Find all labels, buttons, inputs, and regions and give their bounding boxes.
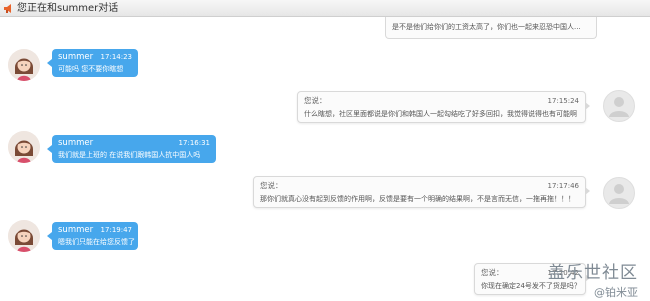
watermark-author: @铂米亚 [594, 286, 638, 299]
message-time: 17:15:24 [547, 97, 579, 105]
sender-name: 您说： [304, 96, 327, 105]
window-title-bar: 您正在和summer对话 [0, 0, 650, 17]
previous-message-bubble: 是不是他们给你们的工资太高了，你们也一起来忍恐中国人... [385, 17, 597, 39]
megaphone-icon [4, 4, 11, 13]
default-user-icon [609, 184, 629, 204]
avatar [603, 90, 635, 122]
female-avatar-icon [8, 49, 40, 81]
message-text: 嗯我们只能在给您反馈了 [58, 238, 135, 246]
message-text: 什么瞎想，社区里面都说是你们和韩国人一起勾结吃了好多回扣，我觉得说得也有可能啊 [304, 110, 577, 118]
chat-history[interactable]: 是不是他们给你们的工资太高了，你们也一起来忍恐中国人... summer 17:… [0, 17, 650, 301]
avatar [603, 177, 635, 209]
window-title: 您正在和summer对话 [17, 3, 119, 14]
message-text: 可能吗 您不要你瞎想 [58, 65, 124, 73]
sender-name: summer [58, 225, 94, 235]
message-text: 那你们就真心没有起到反馈的作用啊，反馈是要有一个明确的结果啊，不是言而无信，一拖… [260, 195, 575, 203]
outgoing-message: 您说： 17:15:24 什么瞎想，社区里面都说是你们和韩国人一起勾结吃了好多回… [297, 91, 590, 123]
sender-name: 您说： [260, 181, 283, 190]
sender-name: summer [58, 52, 94, 62]
message-time: 17:19:47 [100, 226, 132, 234]
previous-message-text: 是不是他们给你们的工资太高了，你们也一起来忍恐中国人... [392, 23, 581, 31]
message-time: 17:14:23 [100, 53, 132, 61]
female-avatar-icon [8, 220, 40, 252]
female-avatar-icon [8, 131, 40, 163]
watermark-title: 盖乐世社区 [548, 263, 638, 283]
message-text: 我们就是上班的 在说我们跟韩国人抗中国人吗 [58, 151, 201, 159]
watermark: 盖乐世社区 @铂米亚 [548, 258, 638, 300]
avatar [8, 131, 40, 163]
incoming-message: summer 17:19:47 嗯我们只能在给您反馈了 [47, 222, 138, 250]
avatar [8, 49, 40, 81]
message-time: 17:17:46 [547, 182, 579, 190]
outgoing-message: 您说： 17:17:46 那你们就真心没有起到反馈的作用啊，反馈是要有一个明确的… [253, 176, 590, 208]
avatar [8, 220, 40, 252]
sender-name: summer [58, 138, 94, 148]
incoming-message: summer 17:16:31 我们就是上班的 在说我们跟韩国人抗中国人吗 [47, 135, 216, 163]
sender-name: 您说： [481, 268, 504, 277]
incoming-message: summer 17:14:23 可能吗 您不要你瞎想 [47, 49, 138, 77]
default-user-icon [609, 97, 629, 117]
message-time: 17:16:31 [178, 139, 210, 147]
